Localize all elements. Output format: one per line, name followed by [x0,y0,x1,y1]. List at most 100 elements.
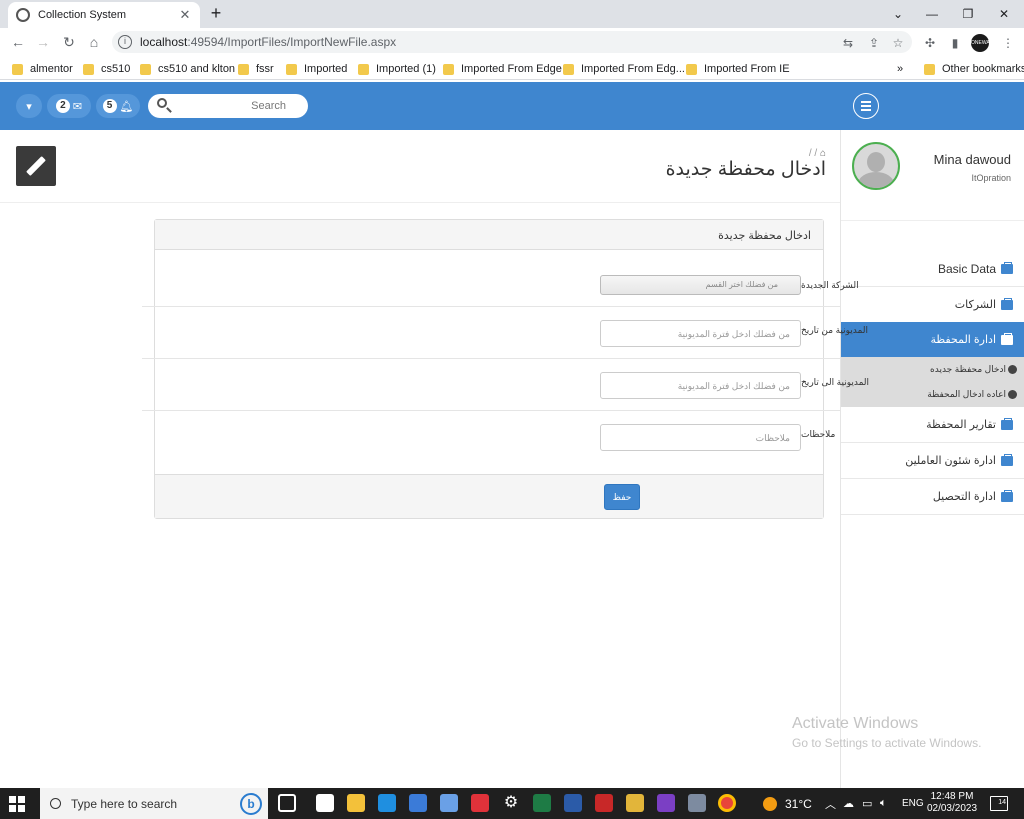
hamburger-icon [861,101,871,103]
folder-icon [12,63,23,75]
gamepad-icon [1008,389,1017,399]
briefcase-icon [1001,332,1013,345]
bookmark-item[interactable]: Imported (1) [358,61,436,77]
restore-button[interactable]: ❐ [950,0,986,28]
folder-icon [238,63,249,75]
bookmark-item[interactable]: Imported [286,61,347,77]
to-date-input[interactable] [600,372,801,399]
search-icon [50,798,61,809]
side-panel-icon[interactable]: ▮ [947,35,963,51]
task-view-icon[interactable] [278,794,296,812]
avatar[interactable] [852,142,900,190]
bookmark-item[interactable]: Imported From Edg... [563,61,685,77]
messages-badge: 2 [55,99,70,113]
address-row: ← → ↻ ⌂ i localhost:49594/ImportFiles/Im… [0,28,1024,57]
browser-tab[interactable]: Collection System ✕ [8,2,200,28]
excel-icon[interactable] [533,794,551,812]
sidebar-item-companies[interactable]: الشركات [841,287,1024,323]
windows-start-icon[interactable] [9,796,25,812]
profile-avatar[interactable]: ONEWA [971,34,990,52]
bookmark-star-icon[interactable]: ☆ [890,35,906,51]
share-icon[interactable]: ⇪ [866,35,882,51]
word-icon[interactable] [564,794,582,812]
bookmark-item[interactable]: fssr [238,61,274,77]
company-select[interactable]: من فضلك اختر القسم [600,275,801,295]
app-icon[interactable] [440,794,458,812]
sun-icon [763,796,777,811]
other-bookmarks[interactable]: Other bookmarks [924,61,1024,77]
python-icon[interactable] [626,794,644,812]
network-icon[interactable]: ▭ [862,788,872,819]
bookmark-item[interactable]: almentor [12,61,73,77]
visual-studio-icon[interactable] [657,794,675,812]
submenu-item-new-portfolio[interactable]: ادخال محفظة جديده [930,362,1017,376]
menu-dots-icon[interactable]: ⋮ [1000,35,1016,51]
home-button[interactable]: ⌂ [84,32,104,52]
notepad-icon[interactable] [316,794,334,812]
page-title: ادخال محفظة جديدة [665,159,826,180]
row-divider [142,410,840,411]
browser-tabstrip: Collection System ✕ + ⌄ — ❐ ✕ [0,0,1024,28]
chrome-icon[interactable] [718,794,736,812]
anydesk-icon[interactable] [471,794,489,812]
taskbar-clock[interactable]: 12:48 PM 02/03/2023 [924,791,980,815]
row-divider [142,358,840,359]
store-icon[interactable] [409,794,427,812]
bookmark-item[interactable]: cs510 and klton [140,61,235,77]
briefcase-icon [1001,417,1013,430]
search-input[interactable] [172,98,298,114]
new-tab-button[interactable]: + [206,4,226,24]
bookmark-item[interactable]: Imported From Edge [443,61,562,77]
file-explorer-icon[interactable] [347,794,365,812]
app-header: ▾ 2 ✉ 5 🔔︎ [0,82,1024,130]
sidebar-item-collection-management[interactable]: ادارة التحصيل [841,479,1024,515]
briefcase-icon [1001,453,1013,466]
settings-gear-icon[interactable]: ⚙ [502,794,520,812]
bookmark-item[interactable]: cs510 [83,61,130,77]
weather-widget[interactable]: 31°C [763,788,812,819]
address-bar[interactable]: i localhost:49594/ImportFiles/ImportNewF… [112,31,912,53]
cloud-icon[interactable]: ☁ [843,788,854,819]
menu-toggle-button[interactable] [853,93,879,119]
notifications-icon[interactable]: 14 [990,796,1008,811]
form-panel: ادخال محفظة جديدة الشركة الجديدة من فضلك… [154,219,869,519]
language-indicator[interactable]: ENG [902,788,924,819]
minimize-button[interactable]: — [914,0,950,28]
submenu-item-reenter-portfolio[interactable]: اعاده ادخال المحفظة [927,387,1017,401]
gamepad-icon [1008,364,1017,374]
save-button[interactable]: حفظ [604,484,640,510]
notes-input[interactable] [600,424,801,451]
extensions-icon[interactable]: ✣ [922,35,938,51]
caret-down-icon: ▾ [26,100,32,113]
sidebar-divider [841,220,1024,221]
chevron-up-icon[interactable]: ︿ [825,788,836,819]
translate-icon[interactable]: ⇆ [840,35,856,51]
folder-icon [686,63,697,75]
messages-button[interactable]: 2 ✉ [47,94,91,118]
folder-icon [140,63,151,75]
mail-icon[interactable] [378,794,396,812]
bookmark-item[interactable]: Imported From IE [686,61,790,77]
folder-icon [83,63,94,75]
user-dropdown-button[interactable]: ▾ [16,94,42,118]
back-button[interactable]: ← [8,32,28,52]
edit-button[interactable] [16,146,56,186]
taskbar-search[interactable]: Type here to search b [40,788,268,819]
sidebar-item-employee-affairs[interactable]: ادارة شئون العاملين [841,443,1024,479]
reload-button[interactable]: ↻ [59,32,79,52]
close-window-button[interactable]: ✕ [986,0,1022,28]
from-date-input[interactable] [600,320,801,347]
tab-close-icon[interactable]: ✕ [178,7,192,23]
forward-button[interactable]: → [33,32,53,52]
volume-icon[interactable]: 🔈︎ [880,788,887,819]
folder-icon [563,63,574,75]
chevron-down-icon[interactable]: ⌄ [880,0,916,28]
app-icon[interactable] [688,794,706,812]
notifications-badge: 5 [102,99,117,113]
panel-header: ادخال محفظة جديدة [155,220,823,250]
bookmarks-overflow[interactable]: » [897,61,903,77]
devcpp-icon[interactable] [595,794,613,812]
bing-icon[interactable]: b [240,792,262,815]
notifications-button[interactable]: 5 🔔︎ [96,94,140,118]
info-icon[interactable]: i [118,35,132,49]
